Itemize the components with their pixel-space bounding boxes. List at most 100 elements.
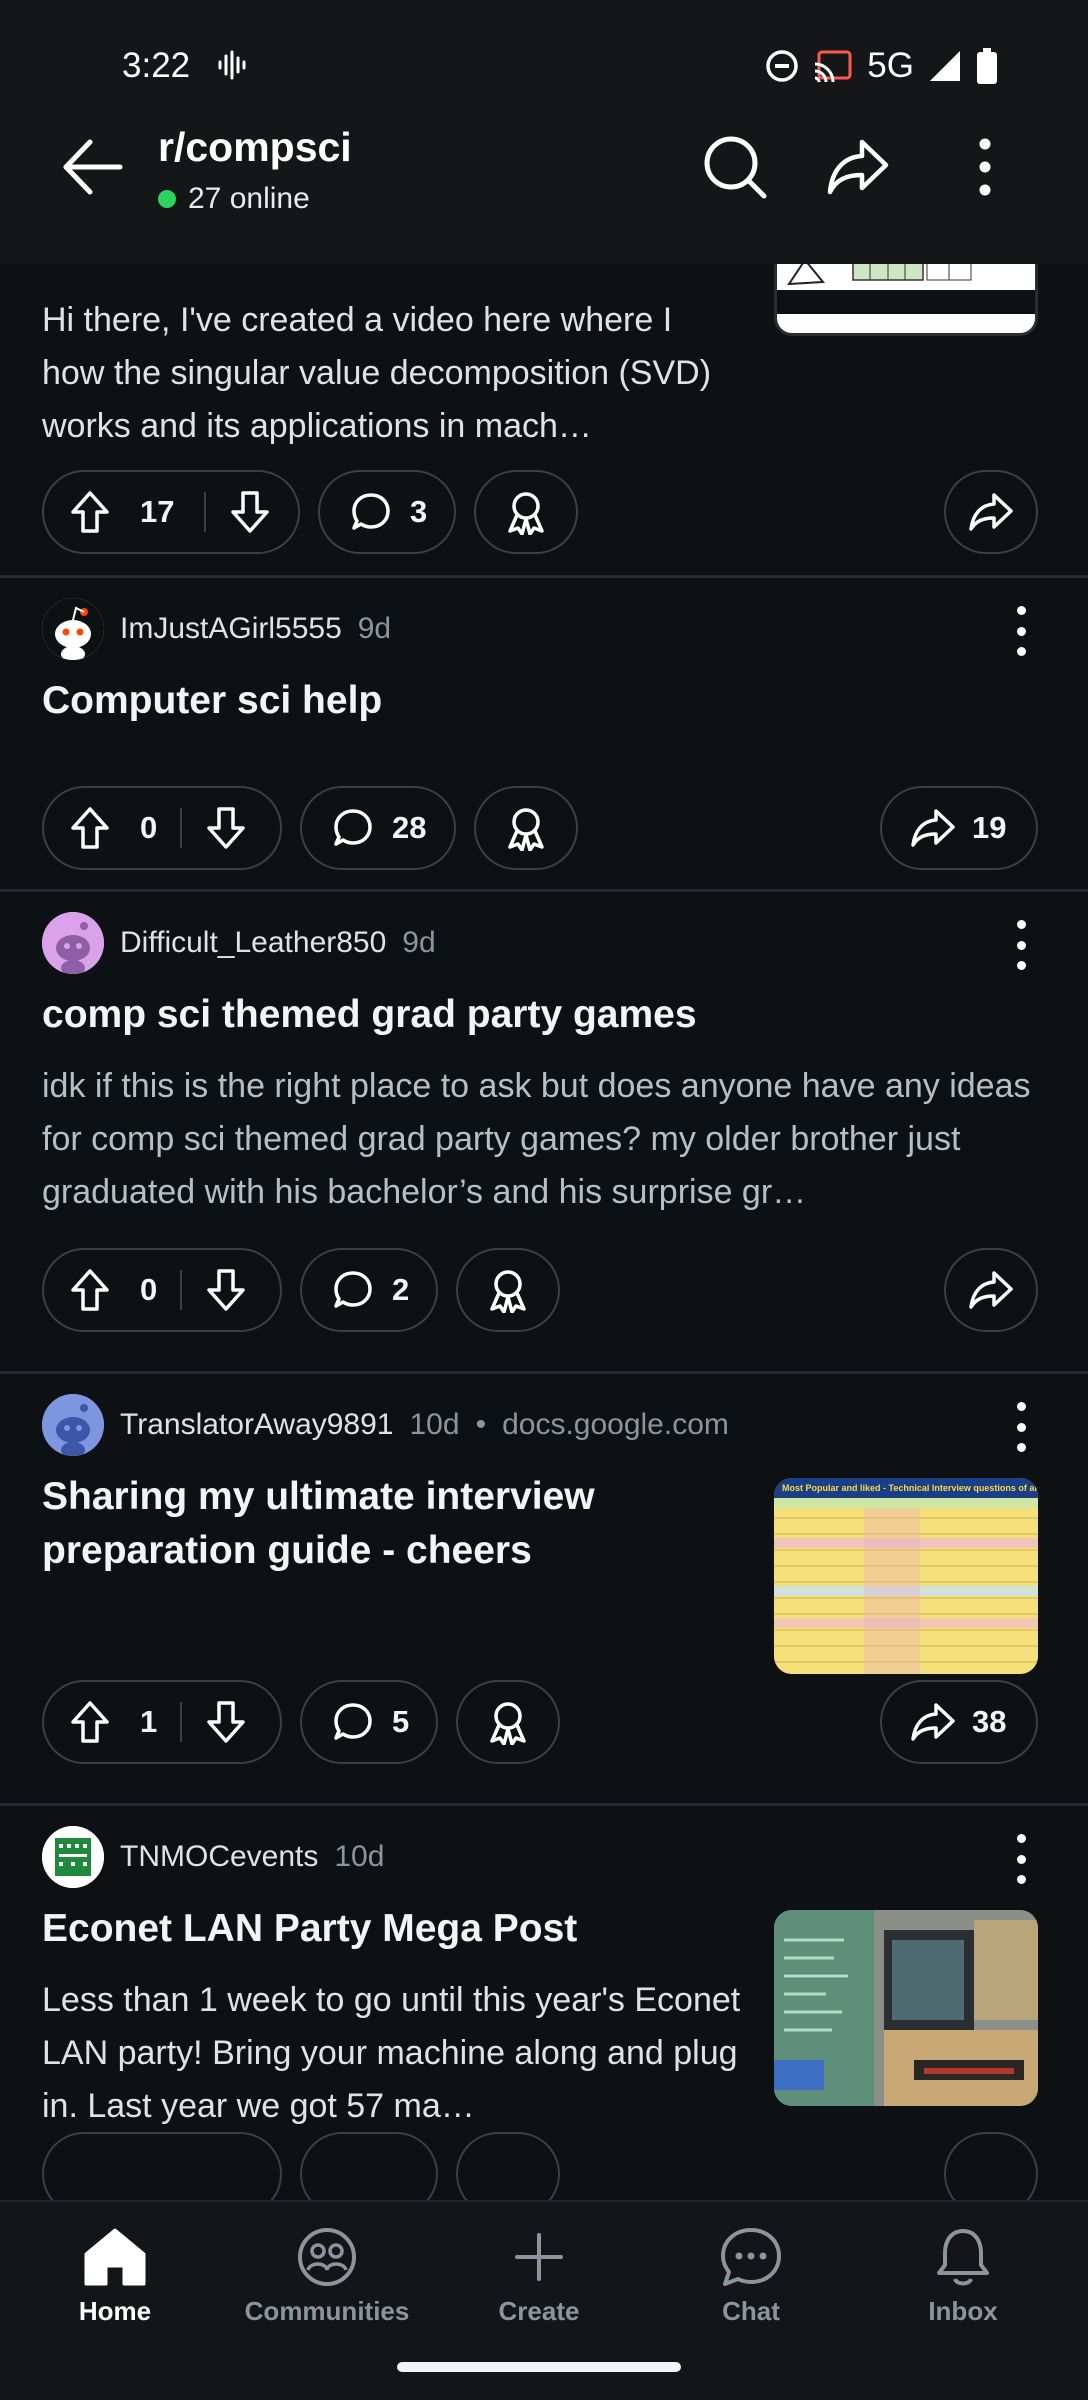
share-button[interactable] — [944, 1248, 1038, 1332]
nav-chat-label: Chat — [722, 2296, 780, 2326]
vote-pill: 0 — [42, 1248, 282, 1332]
upvote-icon[interactable] — [70, 490, 110, 534]
comments-button[interactable]: 28 — [300, 786, 456, 870]
thumbnail-caption: Most Popular and liked - Technical Inter… — [774, 1478, 1038, 1498]
post-title[interactable]: Sharing my ultimate interview preparatio… — [42, 1470, 722, 1578]
subreddit-name[interactable]: r/compsci — [158, 124, 352, 171]
post-age: 10d — [334, 1840, 385, 1873]
share-button[interactable]: 38 — [880, 1680, 1038, 1764]
comment-count: 28 — [392, 810, 427, 845]
post-title[interactable]: Econet LAN Party Mega Post — [42, 1902, 577, 1956]
award-button[interactable] — [474, 786, 578, 870]
post-thumbnail[interactable] — [774, 264, 1038, 336]
comments-button[interactable] — [300, 2132, 438, 2200]
vote-divider — [180, 1270, 182, 1310]
post-age: 9d — [402, 926, 436, 959]
award-button[interactable] — [456, 2132, 560, 2200]
vote-divider — [204, 492, 206, 532]
post-card[interactable]: TNMOCevents 10d Econet LAN Party Mega Po… — [0, 1806, 1088, 2200]
post-more-icon[interactable] — [1014, 1834, 1028, 1884]
downvote-icon[interactable] — [230, 490, 270, 534]
vote-pill — [42, 2132, 282, 2200]
post-thumbnail[interactable] — [774, 1910, 1038, 2106]
upvote-icon[interactable] — [70, 1700, 110, 1744]
post-more-icon[interactable] — [1014, 920, 1028, 970]
post-meta: Difficult_Leather850 9d — [42, 912, 436, 974]
post-title[interactable]: Computer sci help — [42, 674, 382, 728]
share-button[interactable] — [944, 2132, 1038, 2200]
award-button[interactable] — [456, 1680, 560, 1764]
header-more-icon[interactable] — [662, 143, 676, 193]
home-indicator[interactable] — [397, 2362, 681, 2372]
post-card[interactable]: Hi there, I've created a video here wher… — [0, 264, 1088, 578]
post-more-icon[interactable] — [1014, 606, 1028, 656]
back-arrow-icon[interactable] — [58, 132, 128, 202]
share-count: 19 — [972, 810, 1007, 845]
nav-create-label: Create — [498, 2296, 580, 2326]
home-icon — [20, 2224, 210, 2290]
lan-party-photo — [774, 1910, 1038, 2106]
vote-divider — [180, 808, 182, 848]
comment-icon — [332, 1701, 374, 1743]
comment-count: 2 — [392, 1272, 410, 1307]
avatar[interactable] — [42, 1826, 104, 1888]
award-icon — [486, 1699, 530, 1745]
post-actions: 0 28 19 — [42, 786, 1038, 870]
post-title[interactable]: comp sci themed grad party games — [42, 988, 697, 1042]
post-more-icon[interactable] — [1014, 1402, 1028, 1452]
upvote-icon[interactable] — [70, 806, 110, 850]
nav-inbox[interactable]: Inbox — [868, 2224, 1058, 2327]
comments-button[interactable]: 2 — [300, 1248, 438, 1332]
nav-communities[interactable]: Communities — [232, 2224, 422, 2327]
share-icon[interactable] — [824, 132, 894, 202]
nav-inbox-label: Inbox — [928, 2296, 998, 2326]
upvote-count: 0 — [140, 810, 158, 845]
post-author[interactable]: ImJustAGirl5555 — [120, 612, 342, 646]
meta-separator: • — [475, 1408, 487, 1441]
post-thumbnail[interactable]: Most Popular and liked - Technical Inter… — [774, 1478, 1038, 1674]
post-author[interactable]: TranslatorAway9891 — [120, 1408, 394, 1442]
award-button[interactable] — [456, 1248, 560, 1332]
diagram-thumbnail-image — [777, 264, 1035, 314]
avatar[interactable] — [42, 1394, 104, 1456]
downvote-icon[interactable] — [206, 1268, 246, 1312]
museum-logo-icon — [42, 1826, 104, 1888]
award-icon — [504, 489, 548, 535]
nav-create[interactable]: Create — [444, 2224, 634, 2327]
post-card[interactable]: TranslatorAway9891 10d • docs.google.com… — [0, 1374, 1088, 1806]
bell-icon — [868, 2224, 1058, 2290]
nav-home-label: Home — [78, 2296, 152, 2326]
post-author[interactable]: Difficult_Leather850 — [120, 926, 386, 960]
share-button[interactable]: 19 — [880, 786, 1038, 870]
nav-home[interactable]: Home — [20, 2224, 210, 2327]
award-icon — [486, 1267, 530, 1313]
chat-icon — [656, 2224, 846, 2290]
post-card[interactable]: Difficult_Leather850 9d comp sci themed … — [0, 892, 1088, 1374]
more-options-icon[interactable] — [950, 132, 1020, 202]
plus-icon — [444, 2224, 634, 2290]
cast-icon — [815, 50, 852, 83]
downvote-icon[interactable] — [206, 1700, 246, 1744]
share-button[interactable] — [944, 470, 1038, 554]
post-body: Less than 1 week to go until this year's… — [42, 1981, 741, 2125]
upvote-icon[interactable] — [70, 1268, 110, 1312]
nav-chat[interactable]: Chat — [656, 2224, 846, 2327]
avatar[interactable] — [42, 912, 104, 974]
post-card[interactable]: ImJustAGirl5555 9d Computer sci help 0 2… — [0, 578, 1088, 892]
share-count: 38 — [972, 1704, 1007, 1739]
post-author[interactable]: TNMOCevents — [120, 1840, 318, 1874]
upvote-count: 1 — [140, 1704, 158, 1739]
comments-button[interactable]: 3 — [318, 470, 456, 554]
post-domain[interactable]: docs.google.com — [502, 1408, 729, 1442]
post-body: idk if this is the right place to ask bu… — [42, 1067, 1031, 1211]
communities-icon — [232, 2224, 422, 2290]
voice-recording-icon — [218, 50, 246, 80]
comments-button[interactable]: 5 — [300, 1680, 438, 1764]
post-actions — [42, 2132, 1038, 2200]
subreddit-header: r/compsci 27 online — [0, 110, 1088, 264]
downvote-icon[interactable] — [206, 806, 246, 850]
search-icon[interactable] — [700, 132, 770, 202]
avatar[interactable] — [42, 598, 104, 660]
award-button[interactable] — [474, 470, 578, 554]
nav-communities-label: Communities — [244, 2296, 410, 2326]
